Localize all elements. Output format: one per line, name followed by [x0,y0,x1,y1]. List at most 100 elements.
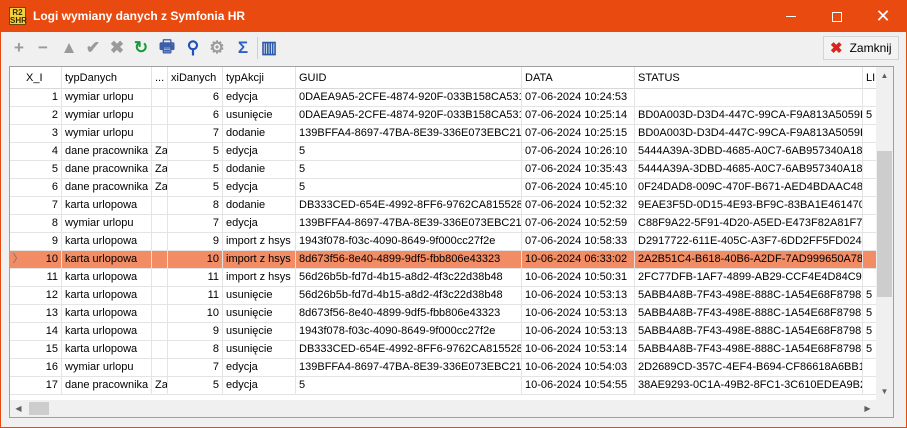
table-row[interactable]: 13 karta urlopowa 10 usunięcie 8d673f56-8e40… [10,305,877,323]
scrollbar-corner [876,400,893,417]
close-window-button[interactable]: ✕ [860,1,906,32]
column-header[interactable]: DATA [522,67,635,89]
table-cell: 8d673f56-8e40-4899-9df5-fbb806e43323 [296,305,522,322]
sum-button[interactable]: Σ [233,38,253,58]
column-header[interactable]: xiDanych [168,67,223,89]
table-cell: edycja [223,377,296,394]
maximize-button[interactable] [814,1,860,32]
column-header[interactable]: typDanych [62,67,152,89]
table-cell [863,215,877,232]
table-row[interactable]: 11 karta urlopowa 11 import z hsys 56d26b5b-… [10,269,877,287]
table-cell: 5444A39A-3DBD-4685-A0C7-6AB957340A18 [635,143,863,160]
scroll-up-icon[interactable]: ▲ [876,67,893,84]
title-bar: R2 SHR Logi wymiany danych z Symfonia HR … [1,1,906,32]
table-cell: 9 [168,233,223,250]
horizontal-scroll-thumb[interactable] [29,402,49,415]
table-cell: 5444A39A-3DBD-4685-A0C7-6AB957340A18 [635,161,863,178]
table-row[interactable]: 17 dane pracownika Za 5 edycja 5 10-06-2024 10… [10,377,877,395]
add-button[interactable]: + [9,38,29,58]
table-row[interactable]: 5 dane pracownika Za 5 dodanie 5 07-06-2024 10… [10,161,877,179]
table-cell: 07-06-2024 10:58:33 [522,233,635,250]
table-cell [152,341,168,358]
accept-icon: ✔ [85,38,101,57]
search-button[interactable]: ⚲ [183,38,203,58]
table-cell: edycja [223,215,296,232]
table-cell: import z hsys [223,251,296,268]
table-cell: 10-06-2024 10:53:13 [522,287,635,304]
minimize-button[interactable] [768,1,814,32]
table-cell [152,125,168,142]
table-cell: 5 [168,377,223,394]
table-cell: wymiar urlopu [62,125,152,142]
scroll-down-icon[interactable]: ▼ [876,383,893,400]
table-row[interactable]: 16 wymiar urlopu 7 edycja 139BFFA4-8697-47BA… [10,359,877,377]
table-cell: 2FC77DFB-1AF7-4899-AB29-CCF4E4D84C9C [635,269,863,286]
vertical-scrollbar[interactable]: ▲ ▼ [876,67,893,400]
refresh-icon: ↻ [133,38,149,57]
table-cell: karta urlopowa [62,251,152,268]
table-row[interactable]: 4 dane pracownika Za 5 edycja 5 07-06-2024 10:… [10,143,877,161]
table-row[interactable]: 9 karta urlopowa 9 import z hsys 1943f078-f0… [10,233,877,251]
table-cell: 10 [168,305,223,322]
column-header[interactable]: typAkcji [223,67,296,89]
column-header[interactable]: ... [152,67,168,89]
table-cell [863,251,877,268]
table-row[interactable]: 8 wymiar urlopu 7 edycja 139BFFA4-8697-47BA-… [10,215,877,233]
table-cell: 5ABB4A8B-7F43-498E-888C-1A54E68F8798 [635,287,863,304]
table-cell: karta urlopowa [62,341,152,358]
column-header[interactable]: GUID [296,67,522,89]
refresh-button[interactable]: ↻ [131,38,151,58]
table-cell [863,125,877,142]
columns-button[interactable]: ▥ [259,38,279,58]
table-row[interactable]: 15 karta urlopowa 8 usunięcie DB333CED-654E-… [10,341,877,359]
table-row[interactable]: 2 wymiar urlopu 6 usunięcie 0DAEA9A5-2CFE-48… [10,107,877,125]
table-cell: 8d673f56-8e40-4899-9df5-fbb806e43323 [296,251,522,268]
cancel-button[interactable]: ✖ [107,38,127,58]
table-cell: 07-06-2024 10:25:14 [522,107,635,124]
print-icon: 🖶 [158,36,176,56]
table-cell: karta urlopowa [62,287,152,304]
table-cell: Za [152,143,168,160]
column-header[interactable]: X_I [10,67,62,89]
edit-icon: ▲ [60,38,78,57]
table-cell: 0F24DAD8-009C-470F-B671-AED4BDAAC48A [635,179,863,196]
app-icon: R2 SHR [9,7,27,25]
remove-button[interactable]: − [33,38,53,58]
main-window: R2 SHR Logi wymiany danych z Symfonia HR … [0,0,907,428]
table-row[interactable]: 14 karta urlopowa 9 usunięcie 1943f078-f03c-… [10,323,877,341]
edit-button[interactable]: ▲ [59,38,79,58]
scroll-right-icon[interactable]: ▶ [859,400,876,417]
horizontal-scrollbar[interactable]: ◀ ▶ [10,400,876,417]
table-row[interactable]: 7 karta urlopowa 8 dodanie DB333CED-654E-499… [10,197,877,215]
table-cell: 6 [168,107,223,124]
table-cell: 10 [10,251,62,268]
table-cell: 5 [863,107,877,124]
table-cell: 1943f078-f03c-4090-8649-9f000cc27f2e [296,233,522,250]
table-cell: DB333CED-654E-4992-8FF6-9762CA815528 [296,197,522,214]
table-cell: dodanie [223,161,296,178]
table-cell: 13 [10,305,62,322]
table-cell: 5ABB4A8B-7F43-498E-888C-1A54E68F8798 [635,323,863,340]
table-cell: 6 [168,89,223,106]
data-grid[interactable]: X_I typDanych... xiDanych typAkcji GUID DATA S… [9,66,894,418]
table-row[interactable]: 1 wymiar urlopu 6 edycja 0DAEA9A5-2CFE-4874-… [10,89,877,107]
print-button[interactable]: 🖶 [157,37,177,58]
scroll-left-icon[interactable]: ◀ [10,400,27,417]
selected-table-row[interactable]: 〉 10 karta urlopowa 10 import z hsys 8d673f56… [10,251,877,269]
table-cell: 5 [863,341,877,358]
table-row[interactable]: 6 dane pracownika Za 5 edycja 5 07-06-2024 10:… [10,179,877,197]
accept-button[interactable]: ✔ [83,38,103,58]
settings-button[interactable]: ⚙ [207,38,227,58]
table-cell: 5ABB4A8B-7F43-498E-888C-1A54E68F8798 [635,305,863,322]
table-cell: 0DAEA9A5-2CFE-4874-920F-033B158CA531 [296,89,522,106]
vertical-scroll-thumb[interactable] [877,151,892,297]
table-row[interactable]: 3 wymiar urlopu 7 dodanie 139BFFA4-8697-47BA… [10,125,877,143]
table-row[interactable]: 12 karta urlopowa 11 usunięcie 56d26b5b-fd7d… [10,287,877,305]
table-cell: 7 [168,125,223,142]
column-header[interactable]: LI... [863,67,877,89]
table-cell: wymiar urlopu [62,89,152,106]
column-header[interactable]: STATUS [635,67,863,89]
close-button[interactable]: ✖ Zamknij [823,36,899,60]
table-cell: BD0A003D-D3D4-447C-99CA-F9A813A5059F [635,125,863,142]
table-cell [152,197,168,214]
